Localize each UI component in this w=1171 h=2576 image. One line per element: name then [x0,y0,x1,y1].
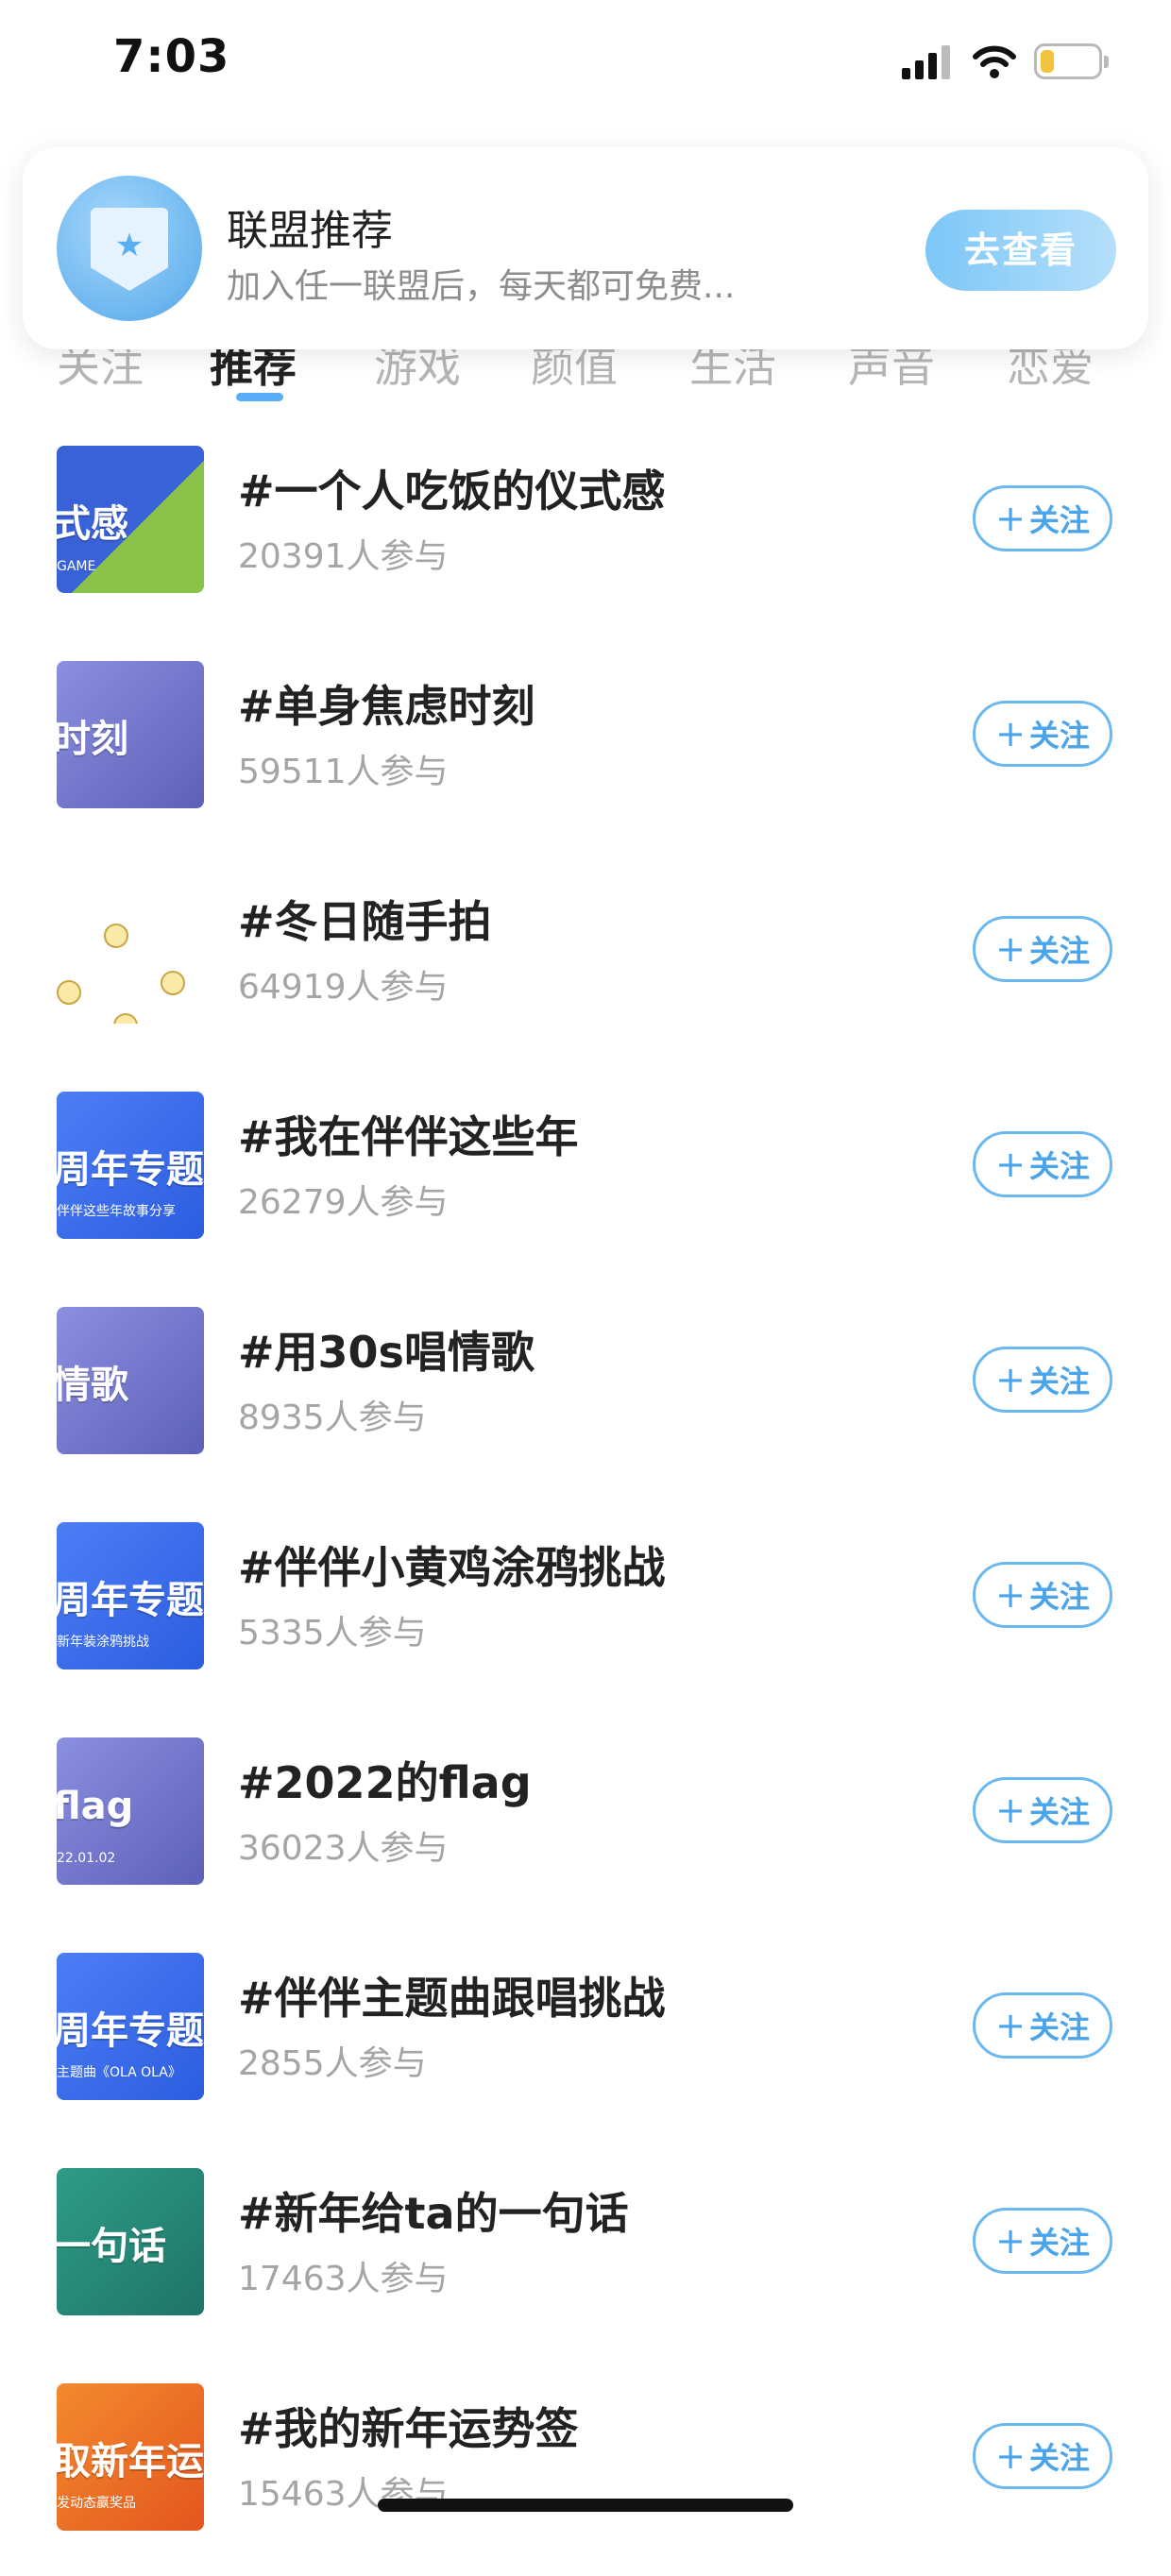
topic-thumbnail[interactable]: 周年专题主题曲《OLA OLA》 [57,1953,204,2100]
participant-count: 26279人参与 [238,1183,449,1222]
alliance-banner[interactable]: 联盟推荐 加入任一联盟后，每天都可免费... 去查看 [23,147,1148,349]
topic-item[interactable]: 一句话 #新年给ta的一句话 17463人参与 + 关注 [0,2145,1171,2361]
battery-icon [1034,43,1109,79]
follow-button[interactable]: + 关注 [973,1777,1112,1843]
topic-thumbnail[interactable]: 时刻 [57,661,204,808]
alliance-badge-icon [57,176,202,321]
follow-button[interactable]: + 关注 [973,1992,1112,2059]
participant-count: 17463人参与 [238,2260,449,2298]
plus-icon: + [995,1789,1026,1831]
thumbnail-subtext: 22.01.02 [57,1851,116,1866]
topic-title[interactable]: #伴伴小黄鸡涂鸦挑战 [238,1534,666,1596]
topic-title[interactable]: #我的新年运势签 [238,2395,579,2457]
follow-button[interactable]: + 关注 [973,701,1112,767]
follow-label: 关注 [1028,2009,1090,2045]
status-bar: 7:03 [0,0,1171,132]
follow-button[interactable]: + 关注 [973,485,1112,551]
thumbnail-text: 取新年运势 [57,2440,204,2483]
banner-title: 联盟推荐 [227,207,393,255]
plus-icon: + [995,2220,1026,2262]
topic-thumbnail[interactable]: flag 22.01.02 [57,1737,204,1885]
follow-label: 关注 [1028,2440,1090,2476]
active-tab-indicator [236,393,283,401]
topic-title[interactable]: #新年给ta的一句话 [238,2179,629,2242]
topic-title[interactable]: #单身焦虑时刻 [238,672,535,735]
thumbnail-text: 式感 [57,502,128,546]
banner-subtitle: 加入任一联盟后，每天都可免费... [227,267,736,306]
participant-count: 64919人参与 [238,968,449,1007]
thumbnail-subtext: 发动态赢奖品 [57,2496,136,2511]
thumbnail-text: flag [57,1785,134,1828]
follow-label: 关注 [1028,718,1090,754]
follow-label: 关注 [1028,502,1090,538]
view-button[interactable]: 去查看 [925,210,1116,291]
topic-item[interactable]: 时刻 #单身焦虑时刻 59511人参与 + 关注 [0,638,1171,854]
follow-button[interactable]: + 关注 [973,2423,1112,2489]
follow-button[interactable]: + 关注 [973,916,1112,982]
thumbnail-text: 一句话 [57,2225,166,2268]
follow-button[interactable]: + 关注 [973,1562,1112,1628]
topic-title[interactable]: #我在伴伴这些年 [238,1103,579,1165]
thumbnail-text: 时刻 [57,718,128,761]
plus-icon: + [995,928,1026,970]
plus-icon: + [995,2435,1026,2477]
follow-button[interactable]: + 关注 [973,1131,1112,1197]
thumbnail-subtext: 主题曲《OLA OLA》 [57,2065,181,2080]
plus-icon: + [995,498,1026,539]
topic-title[interactable]: #伴伴主题曲跟唱挑战 [238,1964,666,2026]
plus-icon: + [995,1144,1026,1185]
topic-thumbnail[interactable]: 一句话 [57,2168,204,2315]
topic-item[interactable]: #冬日随手拍 64919人参与 + 关注 [0,854,1171,1069]
topic-item[interactable]: 式感 GAME #一个人吃饭的仪式感 20391人参与 + 关注 [0,423,1171,638]
thumbnail-subtext: 伴伴这些年故事分享 [57,1204,176,1219]
topic-thumbnail[interactable]: 取新年运势发动态赢奖品 [57,2383,204,2531]
participant-count: 2855人参与 [238,2044,427,2083]
follow-label: 关注 [1028,1364,1090,1399]
thumbnail-text: 周年专题 [57,1579,204,1622]
follow-label: 关注 [1028,1794,1090,1830]
plus-icon: + [995,1574,1026,1616]
topic-title[interactable]: #冬日随手拍 [238,888,492,950]
follow-button[interactable]: + 关注 [973,2208,1112,2274]
participant-count: 59511人参与 [238,753,449,791]
participant-count: 20391人参与 [238,537,449,576]
topic-item[interactable]: flag 22.01.02 #2022的flag 36023人参与 + 关注 [0,1715,1171,1930]
thumbnail-subtext: GAME [57,559,96,574]
follow-label: 关注 [1028,2225,1090,2261]
topic-item[interactable]: 周年专题伴伴这些年故事分享 #我在伴伴这些年 26279人参与 + 关注 [0,1069,1171,1284]
plus-icon: + [995,713,1026,754]
thumbnail-text: 周年专题 [57,1148,204,1192]
topic-list: 式感 GAME #一个人吃饭的仪式感 20391人参与 + 关注 时刻 #单身焦虑时刻 5951… [0,423,1171,2576]
cellular-signal-icon [902,45,951,79]
status-time: 7:03 [113,30,230,83]
participant-count: 5335人参与 [238,1614,427,1652]
topic-thumbnail[interactable]: 周年专题新年装涂鸦挑战 [57,1522,204,1669]
participant-count: 8935人参与 [238,1398,427,1437]
follow-label: 关注 [1028,1148,1090,1184]
follow-label: 关注 [1028,1579,1090,1615]
follow-button[interactable]: + 关注 [973,1347,1112,1413]
topic-item[interactable]: 情歌 #用30s唱情歌 8935人参与 + 关注 [0,1284,1171,1500]
wifi-icon [973,43,1016,81]
topic-item[interactable]: 周年专题新年装涂鸦挑战 #伴伴小黄鸡涂鸦挑战 5335人参与 + 关注 [0,1500,1171,1715]
topic-thumbnail[interactable]: 情歌 [57,1307,204,1454]
home-indicator [378,2499,793,2512]
plus-icon: + [995,1359,1026,1400]
thumbnail-subtext: 新年装涂鸦挑战 [57,1635,149,1650]
topic-item[interactable]: 周年专题主题曲《OLA OLA》 #伴伴主题曲跟唱挑战 2855人参与 + 关注 [0,1930,1171,2145]
thumbnail-text: 情歌 [57,1364,128,1407]
topic-thumbnail[interactable]: 式感 GAME [57,446,204,593]
topic-title[interactable]: #2022的flag [238,1749,532,1811]
topic-item[interactable]: 取新年运势发动态赢奖品#我的新年运势签15463人参与+关注 [0,2361,1171,2576]
plus-icon: + [995,2005,1026,2046]
topic-thumbnail[interactable] [57,876,204,1024]
topic-title[interactable]: #用30s唱情歌 [238,1318,535,1381]
participant-count: 36023人参与 [238,1829,449,1868]
topic-thumbnail[interactable]: 周年专题伴伴这些年故事分享 [57,1092,204,1239]
topic-title[interactable]: #一个人吃饭的仪式感 [238,457,666,519]
follow-label: 关注 [1028,933,1090,969]
thumbnail-text: 周年专题 [57,2009,204,2053]
